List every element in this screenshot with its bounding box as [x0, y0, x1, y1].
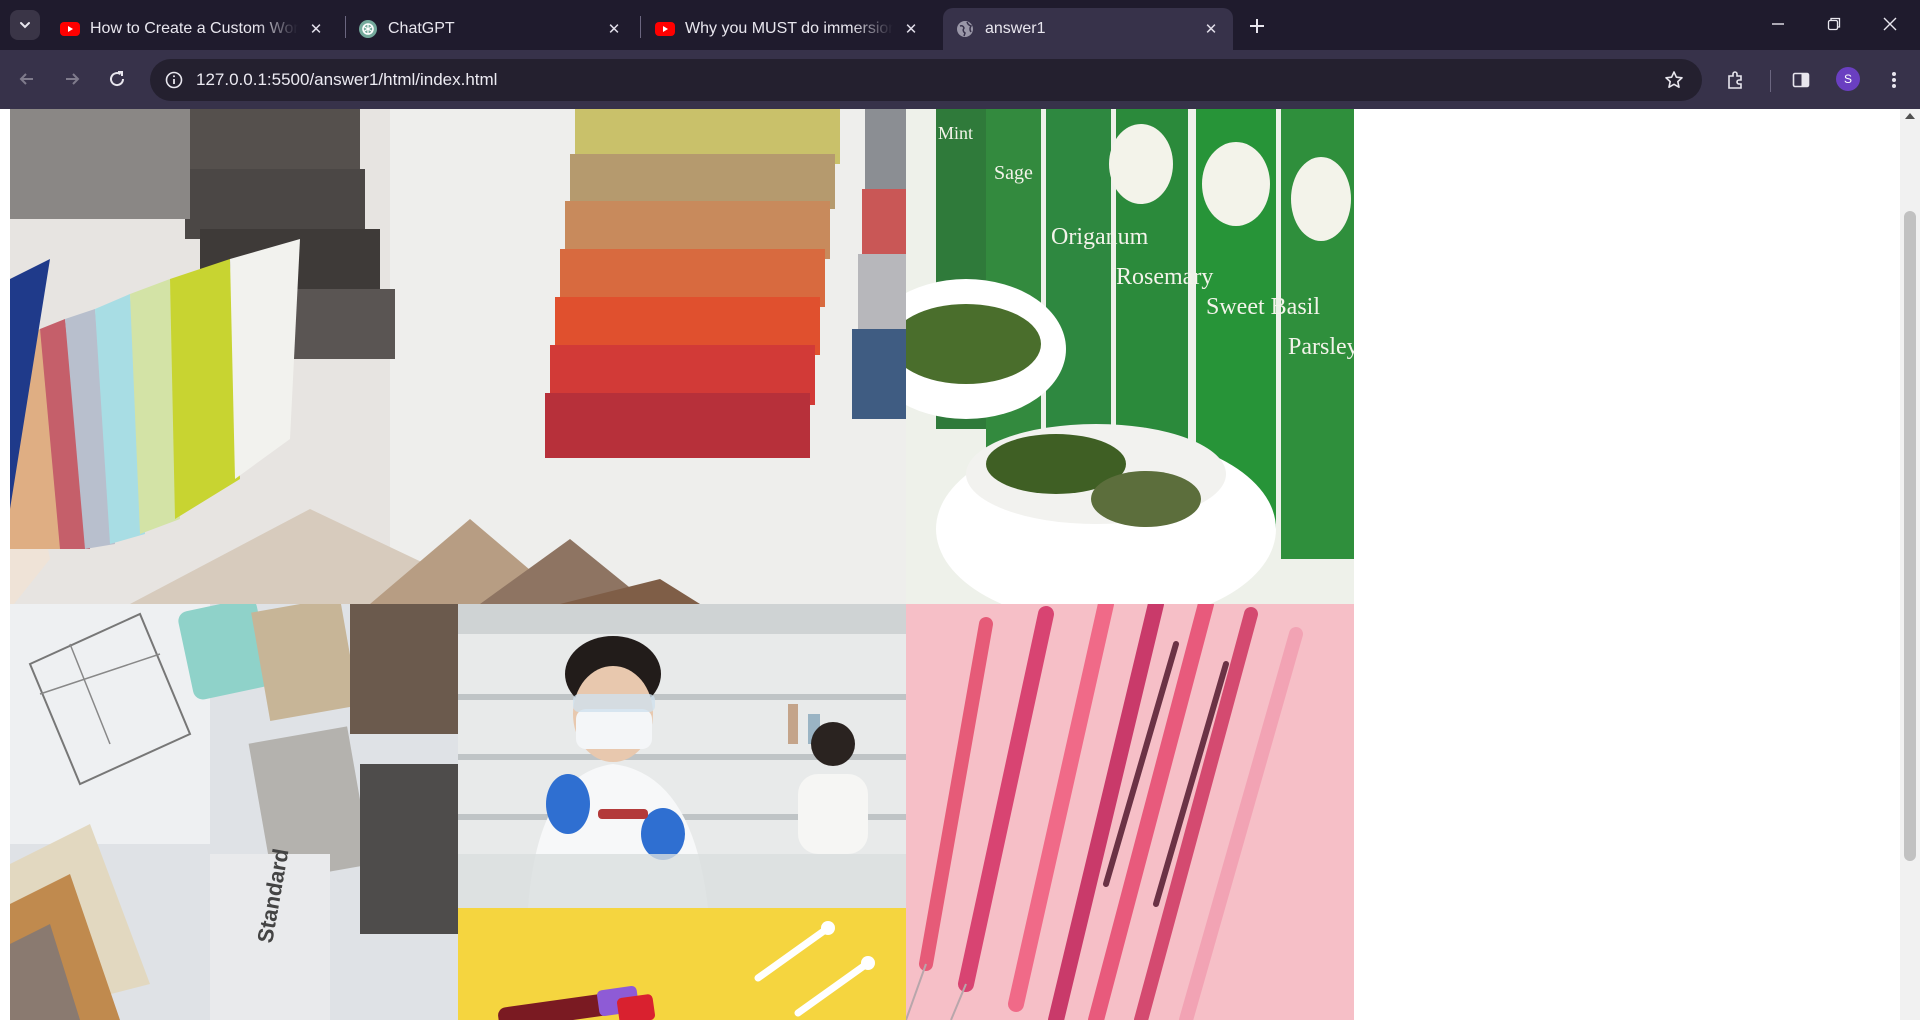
more-vertical-icon	[1891, 71, 1897, 89]
page-scrollbar[interactable]	[1900, 109, 1920, 1020]
globe-icon	[955, 19, 975, 39]
jar-label-sweet-basil: Sweet Basil	[1206, 294, 1320, 320]
plus-icon	[1249, 18, 1265, 34]
minimize-icon	[1771, 17, 1785, 31]
tab-search-button[interactable]	[10, 10, 40, 40]
scrollbar-thumb[interactable]	[1904, 211, 1916, 861]
reload-button[interactable]	[102, 64, 132, 94]
jar-label-parsley: Parsley	[1288, 334, 1354, 360]
tab-title: answer1	[985, 20, 1046, 37]
side-panel-button[interactable]	[1785, 64, 1817, 96]
scroll-up-arrow-icon[interactable]	[1905, 113, 1915, 119]
new-tab-button[interactable]	[1243, 12, 1271, 40]
side-panel-icon	[1792, 71, 1810, 89]
profile-avatar[interactable]: S	[1836, 67, 1860, 91]
close-window-button[interactable]	[1862, 0, 1918, 48]
jar-label-mint: Mint	[938, 123, 973, 143]
tab-divider	[640, 16, 641, 38]
tab-strip: How to Create a Custom WordPress ✕ ChatG…	[0, 0, 1920, 50]
bookmark-star-button[interactable]	[1662, 68, 1686, 92]
jar-label-sage: Sage	[994, 162, 1033, 184]
url-text[interactable]: 127.0.0.1:5500/answer1/html/index.html	[196, 70, 497, 90]
extensions-button[interactable]	[1720, 64, 1752, 96]
tab-4[interactable]: answer1 ✕	[943, 8, 1233, 50]
browser-toolbar: 127.0.0.1:5500/answer1/html/index.html	[0, 50, 1920, 109]
close-tab-icon[interactable]: ✕	[604, 19, 624, 39]
youtube-icon	[60, 19, 80, 39]
chevron-down-icon	[18, 18, 32, 32]
gallery-image-blood-tubes	[458, 908, 906, 1020]
tab-title: How to Create a Custom WordPress	[90, 20, 298, 37]
forward-button[interactable]	[57, 64, 87, 94]
jar-label-origanum: Origanum	[1051, 224, 1149, 250]
address-bar[interactable]: 127.0.0.1:5500/answer1/html/index.html	[150, 59, 1702, 101]
arrow-right-icon	[63, 70, 81, 88]
toolbar-divider	[1770, 70, 1771, 92]
menu-button[interactable]	[1878, 64, 1910, 96]
back-button[interactable]	[12, 64, 42, 94]
tab-2[interactable]: ChatGPT ✕	[346, 8, 636, 50]
site-info-button[interactable]	[160, 66, 188, 94]
restore-button[interactable]	[1806, 0, 1862, 48]
page-content: Origanum Rosemary Sweet Basil Parsley Mi…	[0, 109, 1900, 1020]
gallery-image-fabric-swatches	[10, 109, 906, 604]
gallery-image-material-samples: Standard	[10, 604, 458, 1020]
restore-icon	[1827, 17, 1841, 31]
gallery-image-syringes	[906, 604, 1354, 1020]
info-icon	[165, 71, 183, 89]
tab-title: Why you MUST do immersion in	[685, 20, 893, 37]
close-tab-icon[interactable]: ✕	[1201, 19, 1221, 39]
tab-3[interactable]: Why you MUST do immersion in ✕	[643, 8, 933, 50]
gallery-image-spice-jars: Origanum Rosemary Sweet Basil Parsley Mi…	[906, 109, 1354, 604]
close-tab-icon[interactable]: ✕	[306, 19, 326, 39]
puzzle-icon	[1726, 70, 1746, 90]
star-icon	[1664, 70, 1684, 90]
gallery-image-scientist-lab	[458, 604, 906, 908]
arrow-left-icon	[18, 70, 36, 88]
close-icon	[1883, 17, 1897, 31]
chatgpt-icon	[358, 19, 378, 39]
minimize-button[interactable]	[1750, 0, 1806, 48]
tab-1[interactable]: How to Create a Custom WordPress ✕	[48, 8, 338, 50]
reload-icon	[108, 70, 126, 88]
close-tab-icon[interactable]: ✕	[901, 19, 921, 39]
tab-title: ChatGPT	[388, 20, 455, 37]
jar-label-rosemary: Rosemary	[1116, 264, 1213, 290]
youtube-icon	[655, 19, 675, 39]
